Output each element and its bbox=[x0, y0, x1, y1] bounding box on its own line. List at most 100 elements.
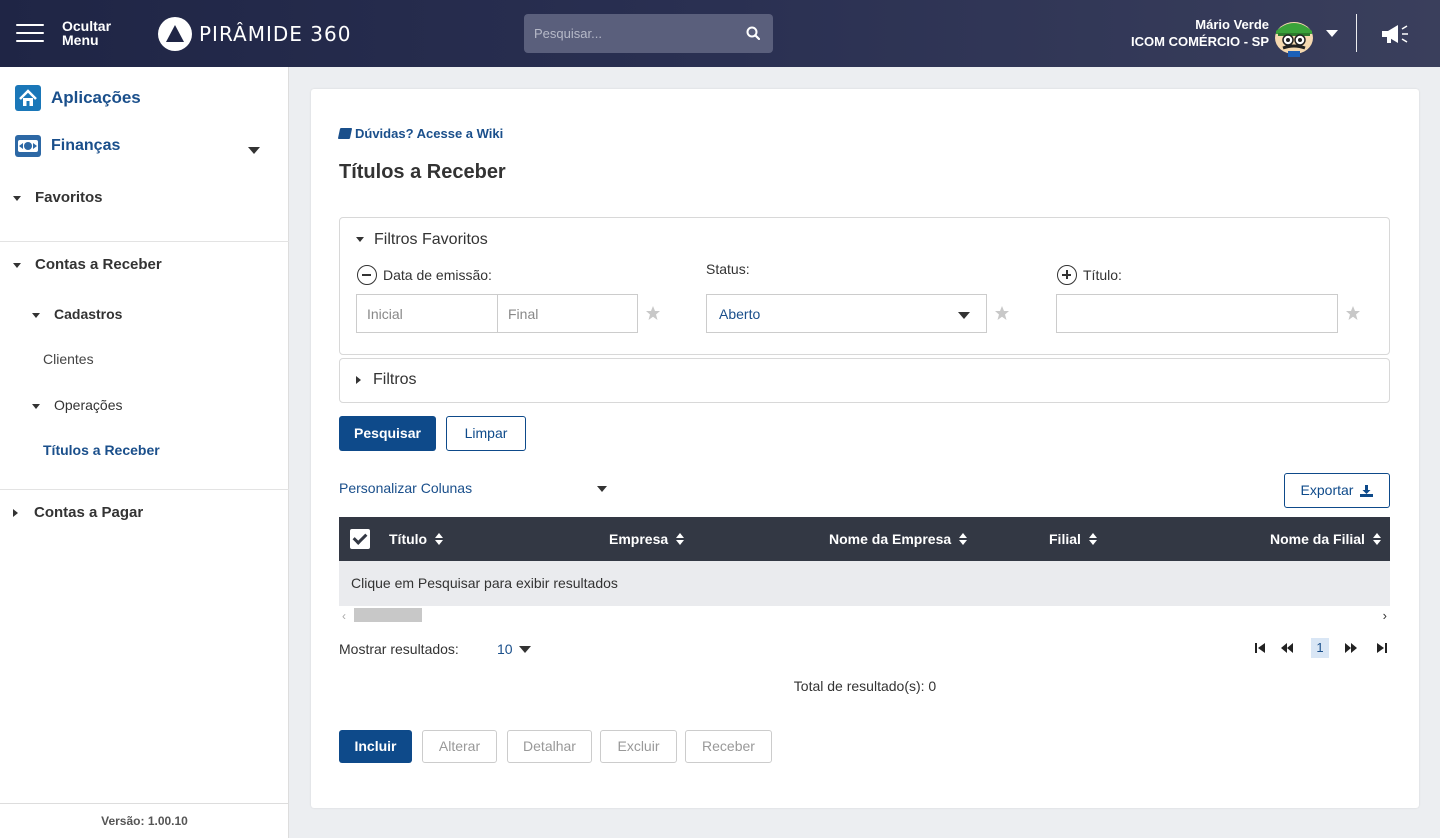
panel-title: Filtros bbox=[373, 371, 417, 388]
column-header-branch-name[interactable]: Nome da Filial bbox=[1270, 531, 1381, 547]
export-label: Exportar bbox=[1300, 482, 1354, 498]
sidebar-item-label: Finanças bbox=[51, 137, 121, 154]
brand-logo[interactable]: PIRÂMIDE 360 bbox=[158, 17, 351, 51]
sidebar-item-registers[interactable]: Cadastros bbox=[32, 306, 122, 322]
filters-panel[interactable]: Filtros bbox=[339, 358, 1390, 403]
caret-down-icon bbox=[356, 237, 364, 243]
title-input[interactable] bbox=[1056, 294, 1338, 333]
sidebar: Aplicações Finanças Favoritos Contas a R… bbox=[0, 67, 289, 838]
status-select[interactable]: Aberto bbox=[706, 294, 987, 333]
main-card: Dúvidas? Acesse a Wiki Títulos a Receber… bbox=[311, 89, 1419, 808]
wiki-link-label: Dúvidas? Acesse a Wiki bbox=[355, 126, 504, 141]
sidebar-item-receivables[interactable]: Contas a Receber bbox=[13, 256, 162, 273]
results-table-header: Título Empresa Nome da Empresa Filial No… bbox=[339, 517, 1390, 561]
sidebar-item-payables[interactable]: Contas a Pagar bbox=[13, 504, 143, 521]
favorite-filters-panel: Filtros Favoritos Data de emissão: Statu… bbox=[339, 217, 1390, 355]
alter-button[interactable]: Alterar bbox=[422, 730, 497, 763]
caret-down-icon bbox=[13, 195, 21, 201]
user-avatar[interactable] bbox=[1270, 13, 1318, 57]
next-page-icon[interactable] bbox=[1344, 642, 1358, 654]
emission-date-final-input[interactable] bbox=[497, 294, 638, 333]
hide-menu-label-1: Ocultar bbox=[62, 18, 112, 34]
sidebar-item-clients[interactable]: Clientes bbox=[43, 351, 94, 367]
delete-button[interactable]: Excluir bbox=[600, 730, 677, 763]
chevron-down-icon bbox=[518, 645, 531, 653]
caret-down-icon bbox=[32, 312, 40, 318]
emission-date-initial-input[interactable] bbox=[356, 294, 498, 333]
sort-icon bbox=[676, 533, 685, 545]
global-search bbox=[524, 14, 773, 53]
column-label: Nome da Filial bbox=[1270, 531, 1365, 547]
wiki-link[interactable]: Dúvidas? Acesse a Wiki bbox=[337, 126, 504, 141]
column-label: Nome da Empresa bbox=[829, 531, 952, 547]
last-page-icon[interactable] bbox=[1376, 642, 1388, 654]
sidebar-divider bbox=[0, 489, 289, 490]
panel-title: Filtros Favoritos bbox=[374, 231, 488, 248]
pyramid-logo-icon bbox=[158, 17, 192, 51]
page-size-select[interactable]: 10 bbox=[497, 641, 531, 657]
chevron-down-icon[interactable] bbox=[597, 486, 607, 492]
star-icon[interactable] bbox=[645, 305, 661, 321]
search-button[interactable] bbox=[733, 14, 773, 53]
sidebar-item-label: Operações bbox=[54, 397, 123, 413]
user-menu-chevron-down-icon[interactable] bbox=[1326, 30, 1338, 37]
horizontal-scrollbar[interactable]: ‹ › bbox=[339, 606, 1390, 623]
filters-toggle[interactable]: Filtros bbox=[356, 371, 417, 389]
previous-page-icon[interactable] bbox=[1280, 642, 1294, 654]
hamburger-menu-icon[interactable] bbox=[16, 24, 44, 44]
scroll-left-icon[interactable]: ‹ bbox=[342, 609, 346, 623]
clear-button[interactable]: Limpar bbox=[446, 416, 526, 451]
select-all-checkbox[interactable] bbox=[350, 529, 370, 549]
include-button[interactable]: Incluir bbox=[339, 730, 412, 763]
caret-right-icon bbox=[356, 375, 361, 384]
remove-filter-icon[interactable] bbox=[357, 265, 377, 285]
brand-name: PIRÂMIDE 360 bbox=[199, 22, 352, 46]
sidebar-item-applications[interactable]: Aplicações bbox=[15, 85, 304, 111]
caret-down-icon bbox=[32, 403, 40, 409]
first-page-icon[interactable] bbox=[1254, 642, 1266, 654]
total-results: Total de resultado(s): 0 bbox=[793, 678, 937, 694]
detail-button[interactable]: Detalhar bbox=[507, 730, 592, 763]
sort-icon bbox=[1088, 533, 1097, 545]
sidebar-item-titles-receivable[interactable]: Títulos a Receber bbox=[43, 442, 160, 458]
sidebar-item-favorites[interactable]: Favoritos bbox=[13, 189, 103, 206]
title-filter-text: Título: bbox=[1083, 267, 1122, 283]
user-info[interactable]: Mário Verde ICOM COMÉRCIO - SP bbox=[1131, 16, 1269, 50]
export-button[interactable]: Exportar bbox=[1284, 473, 1390, 508]
add-filter-icon[interactable] bbox=[1057, 265, 1077, 285]
caret-right-icon bbox=[13, 509, 18, 518]
column-header-company[interactable]: Empresa bbox=[609, 531, 685, 547]
search-submit-button[interactable]: Pesquisar bbox=[339, 416, 436, 451]
chevron-down-icon[interactable] bbox=[248, 147, 260, 154]
customize-columns-link[interactable]: Personalizar Colunas bbox=[339, 480, 472, 496]
current-page-button[interactable]: 1 bbox=[1311, 638, 1329, 658]
money-icon bbox=[15, 135, 41, 157]
column-header-company-name[interactable]: Nome da Empresa bbox=[829, 531, 968, 547]
top-bar: Ocultar Menu PIRÂMIDE 360 Mário Verde IC… bbox=[0, 0, 1440, 67]
hide-menu-label-2: Menu bbox=[62, 32, 99, 48]
sidebar-item-finance[interactable]: Finanças bbox=[15, 135, 304, 157]
receive-button[interactable]: Receber bbox=[685, 730, 772, 763]
search-icon bbox=[746, 26, 760, 40]
book-icon bbox=[337, 128, 353, 139]
header-divider bbox=[1356, 14, 1357, 52]
search-input[interactable] bbox=[524, 14, 734, 53]
sidebar-item-label: Cadastros bbox=[54, 306, 123, 322]
show-results-label: Mostrar resultados: bbox=[339, 641, 459, 657]
column-label: Filial bbox=[1049, 531, 1081, 547]
favorite-filters-toggle[interactable]: Filtros Favoritos bbox=[356, 231, 488, 249]
column-header-title[interactable]: Título bbox=[389, 531, 444, 547]
hide-menu-button[interactable]: Ocultar Menu bbox=[62, 19, 111, 47]
sidebar-item-label: Contas a Pagar bbox=[34, 504, 144, 521]
sidebar-item-label: Contas a Receber bbox=[35, 256, 162, 273]
megaphone-icon[interactable] bbox=[1380, 23, 1410, 45]
star-icon[interactable] bbox=[1345, 305, 1361, 321]
column-header-branch[interactable]: Filial bbox=[1049, 531, 1097, 547]
scrollbar-thumb[interactable] bbox=[354, 608, 422, 622]
caret-down-icon bbox=[13, 262, 21, 268]
empty-results-message: Clique em Pesquisar para exibir resultad… bbox=[339, 561, 1390, 606]
sort-icon bbox=[1372, 533, 1381, 545]
sidebar-item-operations[interactable]: Operações bbox=[32, 397, 122, 413]
scroll-right-icon[interactable]: › bbox=[1383, 608, 1387, 623]
star-icon[interactable] bbox=[994, 305, 1010, 321]
